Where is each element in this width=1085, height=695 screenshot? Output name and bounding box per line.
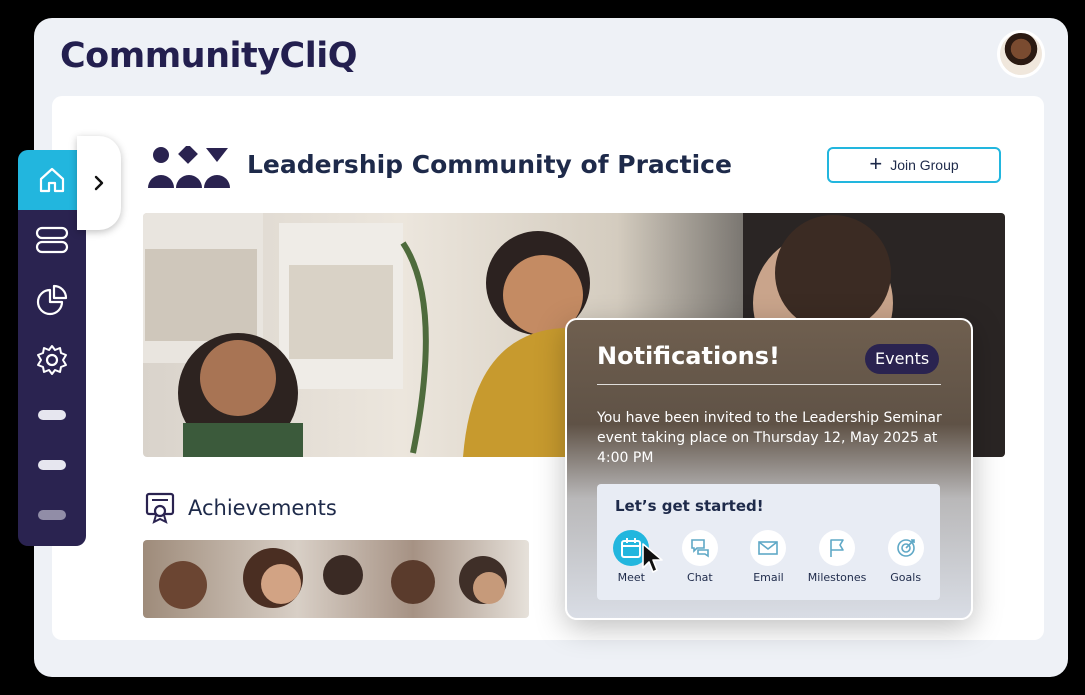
join-group-label: Join Group (890, 157, 959, 173)
sidebar-item-analytics[interactable] (18, 270, 86, 330)
events-badge[interactable]: Events (865, 344, 940, 374)
mouse-cursor-icon (642, 543, 663, 573)
notification-message: You have been invited to the Leadership … (597, 410, 942, 466)
action-label: Email (753, 571, 784, 584)
avatar[interactable] (1000, 33, 1042, 75)
join-group-button[interactable]: + Join Group (827, 147, 1001, 183)
brand-logo: CommunityCliQ (60, 36, 357, 76)
sidebar-placeholder (18, 390, 86, 440)
achievements-title: Achievements (188, 496, 337, 520)
mail-icon (758, 541, 779, 555)
action-goals[interactable]: Goals (873, 530, 939, 584)
flag-icon (830, 539, 844, 557)
notification-title: Notifications! (597, 342, 780, 370)
action-label: Goals (890, 571, 922, 584)
certificate-icon (145, 492, 175, 524)
action-milestones[interactable]: Milestones (804, 530, 870, 584)
divider (597, 384, 941, 385)
home-icon (39, 167, 65, 193)
sidebar-item-home[interactable] (18, 150, 86, 210)
action-email[interactable]: Email (735, 530, 801, 584)
sidebar-item-layout[interactable] (18, 210, 86, 270)
sidebar-item-settings[interactable] (18, 330, 86, 390)
layout-icon (35, 226, 69, 254)
action-label: Milestones (807, 571, 867, 584)
group-logo-icon (148, 146, 230, 188)
action-label: Chat (687, 571, 713, 584)
calendar-icon (621, 538, 642, 558)
chevron-right-icon (94, 175, 104, 191)
achievements-image (143, 540, 529, 618)
page-title: Leadership Community of Practice (247, 150, 732, 179)
target-icon (896, 539, 915, 557)
chat-icon (691, 539, 709, 558)
plus-icon: + (869, 151, 883, 176)
sidebar (18, 150, 86, 546)
action-chat[interactable]: Chat (667, 530, 733, 584)
sidebar-toggle-button[interactable] (77, 136, 121, 230)
gear-icon (37, 345, 67, 375)
sidebar-placeholder (18, 440, 86, 490)
get-started-title: Let’s get started! (615, 497, 764, 515)
notification-popup: Notifications! Events You have been invi… (565, 318, 973, 620)
pie-chart-icon (36, 284, 68, 316)
sidebar-placeholder (18, 490, 86, 540)
